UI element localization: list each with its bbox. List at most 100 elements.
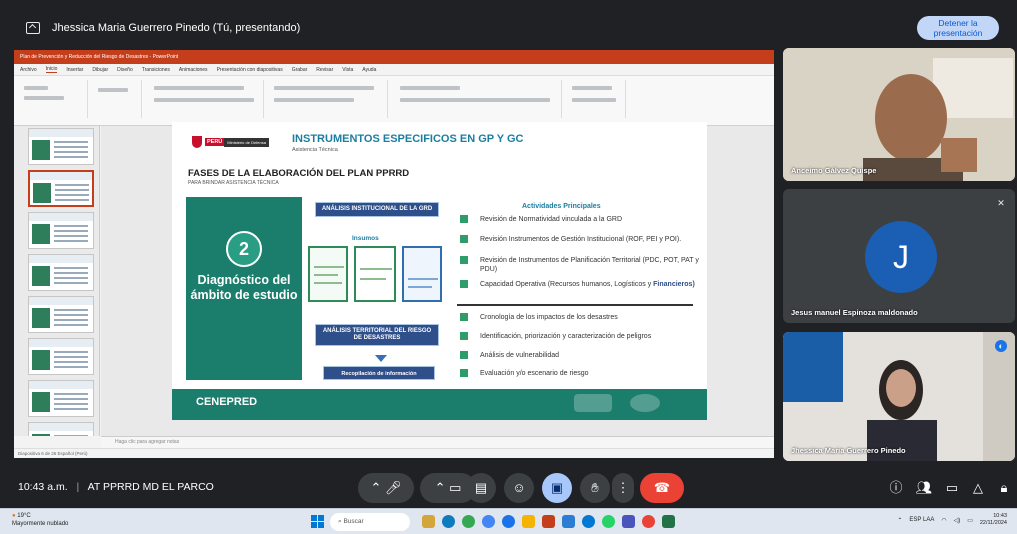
slide-thumbnail[interactable] [28,128,94,165]
people-icon: 👥︎ [915,480,933,495]
chat-button[interactable]: ▭ [942,478,962,498]
shapes-icon: △ [973,480,983,495]
presenting-bar: Jhessica Maria Guerrero Pinedo (Tú, pres… [8,14,1013,42]
activity-item: Análisis de vulnerabilidad [460,351,700,360]
label-institutional-analysis: ANÁLISIS INSTITUCIONAL DE LA GRD [315,202,439,217]
ppt-ribbon [14,76,774,126]
ppt-tab[interactable]: Animaciones [179,67,208,73]
folder-icon[interactable] [522,515,535,528]
ppt-tab[interactable]: Insertar [66,67,83,73]
lang-indicator[interactable]: ESP LAA [909,517,934,523]
hangup-icon: ☎︎ [653,480,671,495]
arrow-down-icon [375,355,387,362]
participant-tile[interactable]: ✕ J Jesus manuel Espinoza maldonado [783,189,1015,323]
whatsapp-icon[interactable] [602,515,615,528]
ppt-status-bar: Diapositiva 6 de 26 Español (Perú) [14,448,774,458]
app-icon[interactable] [642,515,655,528]
word-icon[interactable] [562,515,575,528]
ppt-ribbon-tabs: Archivo Inicio Insertar Dibujar Diseño T… [14,64,774,76]
ppt-tab[interactable]: Transiciones [142,67,170,73]
excel-icon[interactable] [662,515,675,528]
document-image [402,246,442,302]
battery-icon[interactable]: ▭ [967,517,973,524]
edge-icon[interactable] [442,515,455,528]
activity-item: Cronología de los impactos de los desast… [460,313,700,322]
slide-thumbnail[interactable] [28,254,94,291]
check-icon [460,332,468,340]
ppt-tab[interactable]: Revisar [316,67,333,73]
slide-thumbnail[interactable] [28,212,94,249]
check-icon [460,256,468,264]
ppt-tab[interactable]: Grabar [292,67,308,73]
separator-line [457,304,693,306]
wifi-icon[interactable]: ◠ [941,517,946,524]
raise-hand-button[interactable]: ✋︎ [580,473,610,503]
chrome-icon[interactable] [462,515,475,528]
ppt-tab[interactable]: Archivo [20,67,37,73]
taskbar-search[interactable]: ⌕ Buscar [330,513,410,531]
ppt-tab[interactable]: Vista [342,67,353,73]
participant-name: Jesus manuel Espinoza maldonado [791,308,918,317]
chrome-profile-icon[interactable] [482,515,495,528]
check-icon [460,215,468,223]
notes-pane[interactable]: Haga clic para agregar notas [101,436,774,448]
activity-item: Identificación, priorización y caracteri… [460,332,700,341]
activities-title: Actividades Principales [522,203,601,210]
activity-item: Capacidad Operativa (Recursos humanos, L… [460,280,700,289]
weather-desc: Mayormente nublado [12,521,69,527]
step-label: Diagnóstico del ámbito de estudio [190,273,298,302]
captions-button[interactable]: ▤ [466,473,496,503]
ministry-label: Ministerio de Defensa [224,137,269,147]
recopilacion-label: Recopilación de información [323,366,435,380]
volume-icon[interactable]: ◁) [954,517,961,524]
slide-thumbnail-selected[interactable] [28,170,94,207]
info-button[interactable]: ⓘ [886,478,906,498]
slide-thumbnail[interactable] [28,380,94,417]
present-screen-icon [26,22,40,34]
powerpoint-icon[interactable] [542,515,555,528]
host-controls-button[interactable]: 🔒︎ [994,478,1014,498]
slide-thumbnail[interactable] [28,338,94,375]
browser-icon[interactable] [502,515,515,528]
check-icon [460,280,468,288]
teams-icon[interactable] [622,515,635,528]
mic-icon: 🎤︎ [385,480,402,495]
check-icon [460,351,468,359]
meeting-time: 10:43 a.m. [18,481,68,493]
ribbon-group-slides[interactable] [92,80,142,118]
file-explorer-icon[interactable] [422,515,435,528]
weather-temp: 19°C [17,513,31,519]
slide-thumbnail[interactable] [28,296,94,333]
windows-start-icon[interactable] [311,515,324,528]
insumos-label: Insumos [352,235,379,242]
participant-tile[interactable]: ◐ Jhessica Maria Guerrero Pinedo [783,332,1015,461]
outlook-icon[interactable] [582,515,595,528]
ppt-tab[interactable]: Diseño [117,67,133,73]
peru-shield-icon [192,136,202,148]
ppt-window-title: Plan de Prevención y Reducción del Riesg… [20,54,179,60]
chevron-up-icon[interactable]: ⌃ [897,517,902,524]
mic-button[interactable]: ⌃ 🎤︎ [358,473,414,503]
stop-presenting-button[interactable]: Detener la presentación [917,16,999,40]
present-icon: ▣ [550,480,564,495]
mic-off-icon: ✕ [997,198,1005,208]
emoji-button[interactable]: ☺ [504,473,534,503]
system-clock[interactable]: 10:43 22/11/2024 [980,513,1007,527]
speaking-indicator-icon: ◐ [995,340,1007,352]
activities-button[interactable]: △ [968,478,988,498]
weather-widget[interactable]: ● 19°C Mayormente nublado [12,512,68,528]
slide-thumbnail[interactable] [28,422,94,436]
more-options-button[interactable]: ⋮ [612,473,634,503]
ppt-tab-active[interactable]: Inicio [45,66,58,73]
present-button[interactable]: ▣ [542,473,572,503]
leave-call-button[interactable]: ☎︎ [640,473,684,503]
activity-item: Evaluación y/o escenario de riesgo [460,369,700,378]
peru-ministry-logo: PERÚ Ministerio de Defensa [192,134,284,150]
ppt-tab[interactable]: Dibujar [92,67,108,73]
ppt-tab[interactable]: Presentación con diapositivas [217,67,283,73]
camera-icon: ▭ [449,480,462,495]
participant-tile[interactable]: Anceimo Gálvez Quispe [783,48,1015,181]
ppt-tab[interactable]: Ayuda [362,67,376,73]
slide-thumbnails-panel[interactable] [14,126,100,436]
people-button[interactable]: 👥︎ [914,478,934,498]
